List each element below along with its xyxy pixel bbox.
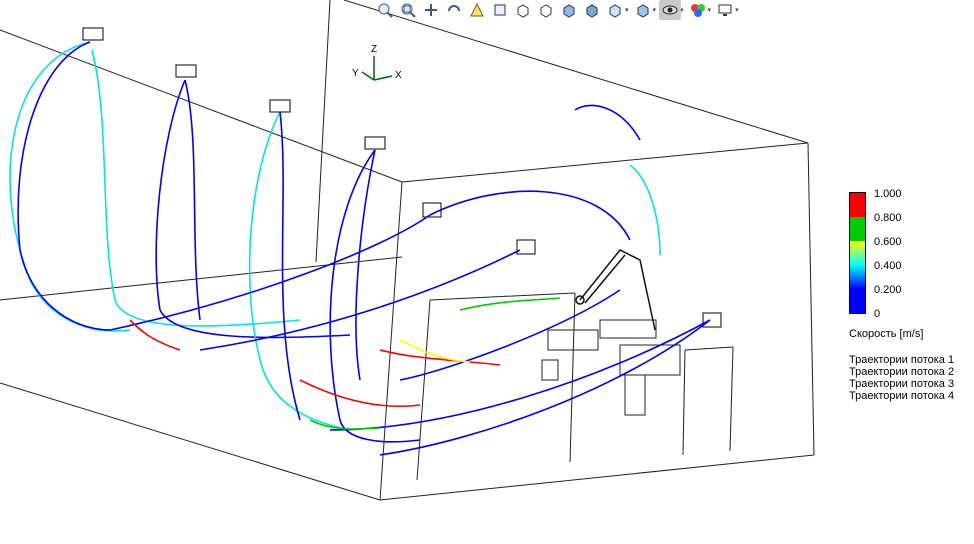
fan-units <box>82 27 722 328</box>
front-view-icon <box>494 4 506 16</box>
view-orientation-icon <box>470 2 484 17</box>
right-view-icon <box>540 4 552 18</box>
appearance-button[interactable] <box>687 0 709 20</box>
rotate-button[interactable] <box>443 0 465 20</box>
pan-button[interactable] <box>420 0 442 20</box>
front-view-button[interactable] <box>489 0 511 20</box>
legend-trajectory-1: Траектории потока 1 <box>849 354 955 366</box>
top-view-icon <box>517 4 529 18</box>
shaded-display-icon <box>586 4 598 18</box>
3d-viewport[interactable]: Z Y X <box>0 0 974 544</box>
hide-show-button[interactable] <box>659 0 682 20</box>
legend-tick-4: 0.400 <box>874 260 902 272</box>
hide-show-icon <box>662 5 678 15</box>
top-view-button[interactable] <box>512 0 534 20</box>
shaded-display-button[interactable] <box>581 0 603 20</box>
zoom-to-area-button[interactable] <box>397 0 419 20</box>
zoom-to-area-icon <box>401 3 416 18</box>
view-orientation-button[interactable] <box>466 0 488 20</box>
room-wireframe <box>0 0 815 501</box>
zoom-to-fit-button[interactable] <box>374 0 396 20</box>
appearance-icon <box>690 4 705 17</box>
section-view-icon <box>637 4 649 18</box>
robot-arm <box>575 249 656 331</box>
legend-trajectory-3: Траектории потока 3 <box>849 378 955 390</box>
pan-icon <box>425 4 437 16</box>
right-view-button[interactable] <box>535 0 557 20</box>
display-settings-icon <box>718 4 732 16</box>
velocity-colorbar <box>849 192 866 314</box>
section-view-button[interactable] <box>632 0 654 20</box>
legend-unit-label: Скорость [m/s] <box>849 328 924 340</box>
isometric-view-icon <box>563 4 575 18</box>
display-style-icon <box>609 4 621 18</box>
legend-tick-6: 0 <box>874 308 881 320</box>
triad-x-label: X <box>395 70 402 81</box>
display-settings-button[interactable] <box>714 0 736 20</box>
triad-y-label: Y <box>352 68 359 79</box>
legend-tick-3: 0.600 <box>874 236 902 248</box>
legend-trajectory-4: Траектории потока 4 <box>849 390 955 402</box>
legend-trajectory-2: Траектории потока 2 <box>849 366 955 378</box>
velocity-legend: 1.000 0.800 0.600 0.400 0.200 0 Скорость… <box>849 188 969 408</box>
zoom-to-fit-icon <box>378 3 393 18</box>
display-style-button[interactable] <box>604 0 626 20</box>
flow-trajectories <box>9 41 711 456</box>
legend-tick-5: 0.200 <box>874 284 902 296</box>
view-toolbar: ▾ ▾ ▾ ▾ ▾ <box>374 0 741 20</box>
triad <box>361 56 393 81</box>
legend-tick-2: 0.800 <box>874 212 902 224</box>
isometric-view-button[interactable] <box>558 0 580 20</box>
rotate-icon <box>448 5 460 12</box>
legend-tick-1: 1.000 <box>874 188 902 200</box>
triad-z-label: Z <box>371 44 377 55</box>
